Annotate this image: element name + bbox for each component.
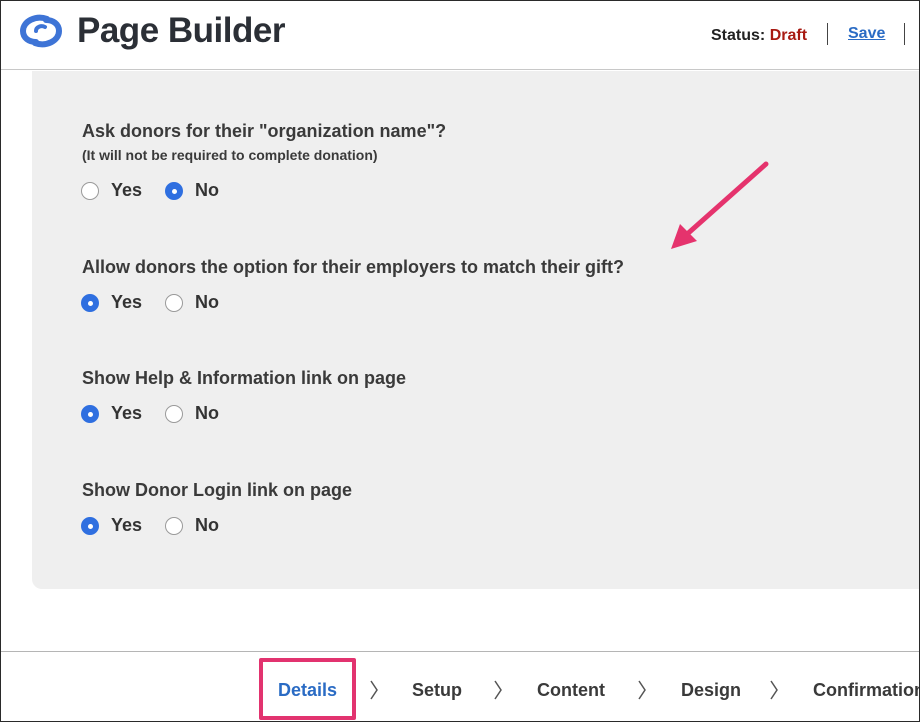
radio-button[interactable] [81,182,99,200]
step-design[interactable]: Design [681,680,741,701]
chevron-right-icon [494,680,502,700]
radio-label: No [195,515,219,535]
annotation-arrow-icon [671,161,769,249]
radio-button[interactable] [165,517,183,535]
question-note: (It will not be required to complete don… [82,147,378,163]
header-divider [827,23,828,45]
radio-label: No [195,180,219,200]
radio-label: No [195,292,219,312]
annotation-highlight-box [259,658,356,720]
status-label: Status: [711,27,766,44]
radio-button[interactable] [165,294,183,312]
app-header: Page Builder Status: Draft Save [1,1,919,70]
page-builder-window: Page Builder Status: Draft Save Ask dono… [0,0,920,722]
status-indicator: Status: Draft [711,27,807,45]
step-setup[interactable]: Setup [412,680,462,701]
step-confirmation[interactable]: Confirmation [813,680,919,701]
radio-button[interactable] [81,517,99,535]
radio-label: Yes [111,403,143,423]
question-employer-match: Allow donors the option for their employ… [82,257,625,277]
radio-label: Yes [111,292,143,312]
radio-label: Yes [111,180,143,200]
radio-label: No [195,403,219,423]
chevron-right-icon [770,680,778,700]
chevron-right-icon [370,680,378,700]
save-link[interactable]: Save [848,25,885,43]
question-help-link: Show Help & Information link on page [82,368,407,388]
chevron-right-icon [638,680,646,700]
swirl-logo-icon [19,14,63,48]
radio-button[interactable] [81,405,99,423]
radio-label: Yes [111,515,143,535]
status-value: Draft [769,27,808,44]
radio-button[interactable] [81,294,99,312]
header-divider [904,23,905,45]
step-navigation: Details Setup Content Design Confirmatio… [1,651,919,721]
step-content[interactable]: Content [537,680,605,701]
app-title: Page Builder [77,11,285,50]
question-organization-name: Ask donors for their "organization name"… [82,121,447,141]
radio-button[interactable] [165,182,183,200]
question-donor-login: Show Donor Login link on page [82,480,352,500]
radio-button[interactable] [165,405,183,423]
